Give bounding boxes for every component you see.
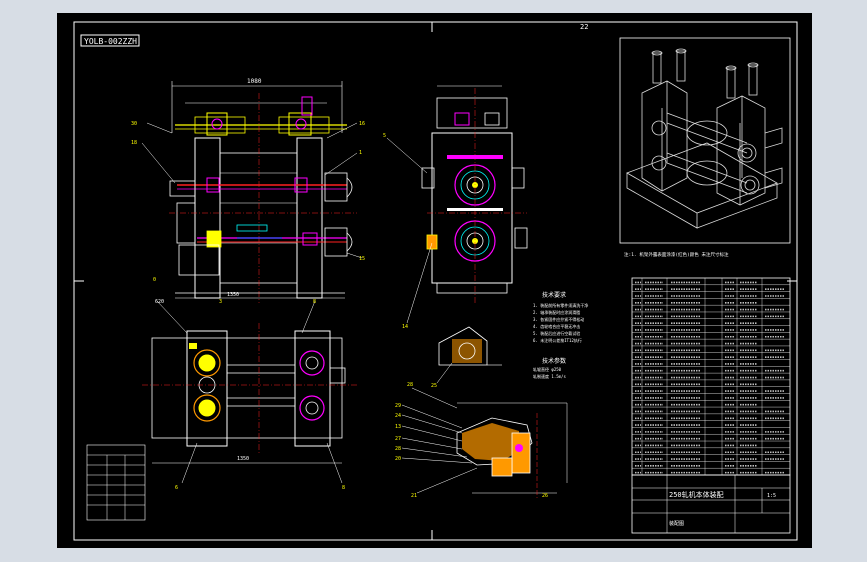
svg-text:18: 18 (131, 140, 137, 146)
svg-text:6. 未注明公差按IT12执行: 6. 未注明公差按IT12执行 (533, 337, 582, 343)
svg-text:1: 1 (359, 150, 362, 156)
svg-text:3: 3 (219, 299, 222, 305)
svg-text:620: 620 (155, 299, 164, 305)
svg-text:28: 28 (407, 382, 413, 388)
tech-requirements: 技术要求 1. 装配前所有零件须清洗干净 2. 轴承装配时应涂润滑脂 3. 各紧… (533, 291, 588, 379)
svg-text:20: 20 (395, 456, 401, 462)
svg-text:2. 轴承装配时应涂润滑脂: 2. 轴承装配时应涂润滑脂 (533, 309, 580, 315)
detail-section-lower: 28 29 24 13 27 28 20 21 26 (395, 382, 568, 499)
note-text: 注:1. 机架外露表面涂漆(红色)颜色 未注尺寸标注 (624, 251, 729, 258)
svg-text:5: 5 (383, 133, 386, 139)
side-view: 5 14 (383, 85, 528, 330)
svg-text:1350: 1350 (227, 292, 239, 298)
plan-view: 1350 620 6 8 3 8 (142, 299, 357, 491)
svg-text:0: 0 (153, 277, 156, 283)
svg-text:8: 8 (342, 485, 345, 491)
svg-text:6: 6 (175, 485, 178, 491)
isometric-view (619, 37, 791, 244)
svg-text:26: 26 (542, 493, 548, 499)
svg-text:25: 25 (431, 383, 437, 389)
title-block-scale: 1:5 (767, 493, 776, 499)
title-block-name: 250轧机本体装配 (669, 490, 724, 499)
svg-text:29: 29 (395, 403, 401, 409)
svg-text:1. 装配前所有零件须清洗干净: 1. 装配前所有零件须清洗干净 (533, 302, 588, 308)
detail-section-upper: 25 (431, 326, 502, 389)
svg-text:4. 齿轮啮合应平稳无冲击: 4. 齿轮啮合应平稳无冲击 (533, 323, 580, 329)
svg-text:1350: 1350 (237, 456, 249, 462)
title-block: 250轧机本体装配 1:5 装配图 (631, 474, 791, 534)
dim-top-width: 1080 (247, 78, 262, 85)
svg-text:21: 21 (411, 493, 417, 499)
svg-text:14: 14 (402, 324, 408, 330)
svg-text:15: 15 (359, 256, 365, 262)
bom-table (631, 277, 791, 476)
drawing-sheet: YOLB-002ZZH 22 1080 1350 30 18 16 1 15 0… (57, 13, 812, 548)
cad-drawing-viewer: YOLB-002ZZH 22 1080 1350 30 18 16 1 15 0… (0, 0, 867, 562)
frame-code: YOLB-002ZZH (84, 37, 137, 46)
corner-mark: 22 (580, 23, 588, 31)
svg-text:5. 装配后应进行空载试验: 5. 装配后应进行空载试验 (533, 330, 580, 336)
svg-text:8: 8 (313, 299, 316, 305)
zone-ticks (74, 22, 797, 540)
sheet-frame (73, 21, 798, 541)
section-title: 技术参数 (542, 357, 566, 365)
svg-text:13: 13 (395, 424, 401, 430)
svg-text:28: 28 (395, 446, 401, 452)
svg-text:27: 27 (395, 436, 401, 442)
title-block-drawn: 装配图 (669, 520, 684, 527)
front-view: 1080 1350 30 18 16 1 15 0 (131, 78, 365, 303)
drawing-svg: YOLB-002ZZH 22 1080 1350 30 18 16 1 15 0… (73, 21, 798, 541)
svg-text:30: 30 (131, 121, 137, 127)
svg-text:3. 各紧固件应拧紧不得松动: 3. 各紧固件应拧紧不得松动 (533, 316, 584, 322)
tech-req-title: 技术要求 (542, 291, 566, 299)
svg-text:轧制速度 1.5m/s: 轧制速度 1.5m/s (533, 373, 566, 379)
svg-text:24: 24 (395, 413, 401, 419)
svg-text:轧辊直径 φ250: 轧辊直径 φ250 (533, 366, 562, 372)
svg-text:16: 16 (359, 121, 365, 127)
param-table (86, 444, 146, 521)
